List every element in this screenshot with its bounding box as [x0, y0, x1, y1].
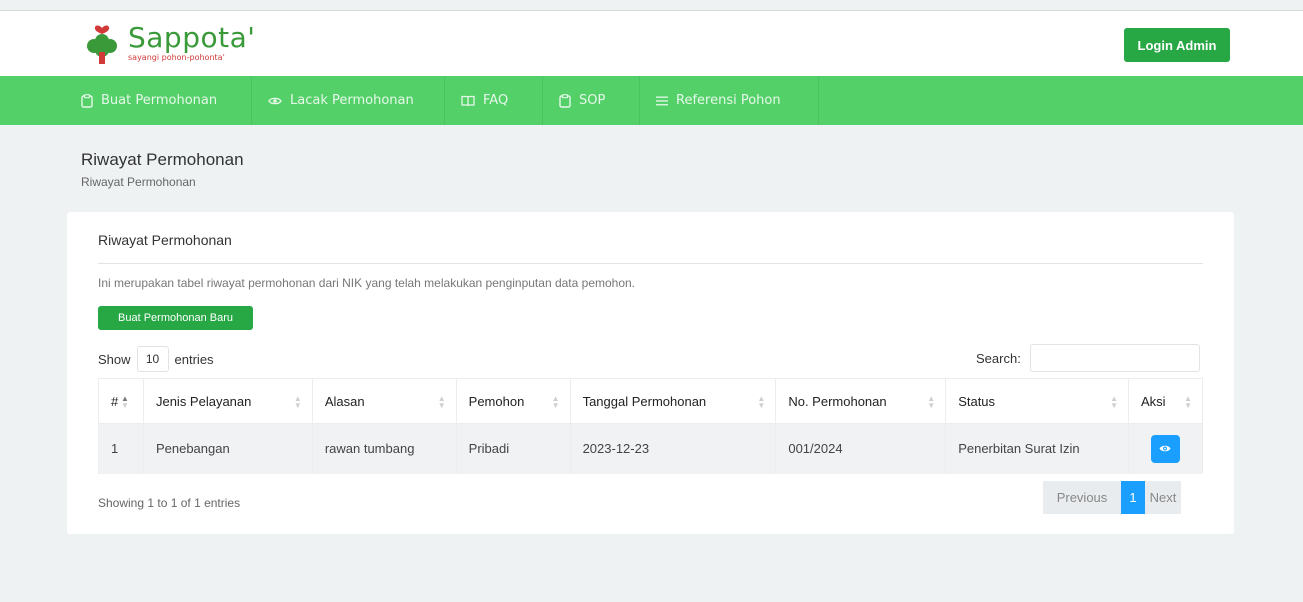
cell-status: Penerbitan Surat Izin	[945, 423, 1129, 474]
cell-pemohon: Pribadi	[455, 423, 571, 474]
sort-icon: ▲ ▼	[551, 394, 560, 410]
nav-label: Buat Permohonan	[101, 93, 218, 108]
clipboard-icon	[559, 93, 571, 108]
entries-length-control: Show 10 entries	[98, 346, 214, 372]
logo[interactable]: Sappota' sayangi pohon-pohonta'	[82, 21, 255, 65]
nav-item-faq[interactable]: FAQ	[445, 76, 524, 125]
brand-tagline: sayangi pohon-pohonta'	[128, 53, 225, 62]
nav-label: Referensi Pohon	[676, 93, 781, 108]
pagination-page-1[interactable]: 1	[1121, 481, 1145, 514]
header: Sappota' sayangi pohon-pohonta' Login Ad…	[0, 11, 1303, 76]
table-search: Search:	[976, 344, 1200, 372]
cell-number: 1	[98, 423, 144, 474]
nav-item-buat-permohonan[interactable]: Buat Permohonan	[65, 76, 233, 125]
login-admin-button[interactable]: Login Admin	[1124, 28, 1230, 62]
table-info: Showing 1 to 1 of 1 entries	[98, 496, 241, 510]
pagination-previous[interactable]: Previous	[1043, 481, 1121, 514]
column-header-jenis-pelayanan[interactable]: Jenis Pelayanan ▲ ▼	[142, 378, 313, 424]
view-detail-button[interactable]	[1150, 434, 1180, 463]
column-header-number[interactable]: # ▲ ▼	[98, 378, 144, 424]
page-title: Riwayat Permohonan	[81, 150, 244, 169]
sort-icon: ▲ ▼	[293, 394, 302, 410]
column-header-pemohon[interactable]: Pemohon ▲ ▼	[455, 378, 571, 424]
nav-label: FAQ	[483, 93, 509, 108]
breadcrumb: Riwayat Permohonan	[81, 175, 196, 189]
eye-icon	[1159, 444, 1171, 453]
list-icon	[656, 96, 668, 106]
column-header-no-permohonan[interactable]: No. Permohonan ▲ ▼	[775, 378, 947, 424]
card-description: Ini merupakan tabel riwayat permohonan d…	[98, 276, 636, 290]
sort-icon: ▲ ▼	[757, 394, 766, 410]
entries-select[interactable]: 10	[136, 346, 169, 372]
sort-icon: ▲ ▼	[1184, 394, 1192, 410]
sort-icon: ▲ ▼	[121, 394, 129, 410]
main-nav: Buat Permohonan Lacak Permohonan FAQ SOP…	[0, 76, 1303, 125]
card-title: Riwayat Permohonan	[98, 232, 232, 248]
column-header-tanggal-permohonan[interactable]: Tanggal Permohonan ▲ ▼	[569, 378, 777, 424]
cell-tanggal-permohonan: 2023-12-23	[569, 423, 777, 474]
column-header-aksi[interactable]: Aksi ▲ ▼	[1127, 378, 1204, 424]
nav-item-sop[interactable]: SOP	[543, 76, 621, 125]
cell-aksi	[1127, 423, 1204, 474]
show-label: Show	[98, 351, 131, 367]
sort-icon: ▲ ▼	[1110, 394, 1118, 410]
pagination-next[interactable]: Next	[1145, 481, 1181, 514]
book-icon	[461, 95, 475, 107]
eye-icon	[268, 96, 282, 106]
cell-no-permohonan: 001/2024	[775, 423, 947, 474]
nav-divider	[818, 76, 819, 125]
entries-label: entries	[174, 351, 214, 367]
table-header-row: # ▲ ▼ Jenis Pelayanan ▲ ▼ Alasan ▲ ▼ Pemohon ▲ ▼…	[98, 378, 1204, 424]
history-table: # ▲ ▼ Jenis Pelayanan ▲ ▼ Alasan ▲ ▼ Pemohon ▲ ▼…	[98, 378, 1204, 474]
table-row: 1 Penebangan rawan tumbang Pribadi 2023-…	[98, 423, 1204, 474]
pagination: Previous 1 Next	[1043, 481, 1181, 514]
search-input[interactable]	[1029, 344, 1200, 372]
nav-label: SOP	[579, 93, 606, 108]
clipboard-icon	[81, 93, 93, 108]
nav-label: Lacak Permohonan	[290, 93, 414, 108]
cell-alasan: rawan tumbang	[311, 423, 457, 474]
column-header-status[interactable]: Status ▲ ▼	[945, 378, 1129, 424]
cell-jenis-pelayanan: Penebangan	[142, 423, 313, 474]
sort-icon: ▲ ▼	[437, 394, 446, 410]
column-header-alasan[interactable]: Alasan ▲ ▼	[311, 378, 457, 424]
divider	[98, 263, 1203, 264]
sort-icon: ▲ ▼	[927, 394, 936, 410]
tree-logo-icon	[82, 21, 122, 65]
nav-item-lacak-permohonan[interactable]: Lacak Permohonan	[252, 76, 430, 125]
search-label: Search:	[976, 350, 1021, 366]
history-card: Riwayat Permohonan Ini merupakan tabel r…	[67, 212, 1234, 534]
new-request-button[interactable]: Buat Permohonan Baru	[98, 306, 253, 330]
nav-item-referensi-pohon[interactable]: Referensi Pohon	[640, 76, 797, 125]
brand-name: Sappota'	[128, 21, 256, 54]
